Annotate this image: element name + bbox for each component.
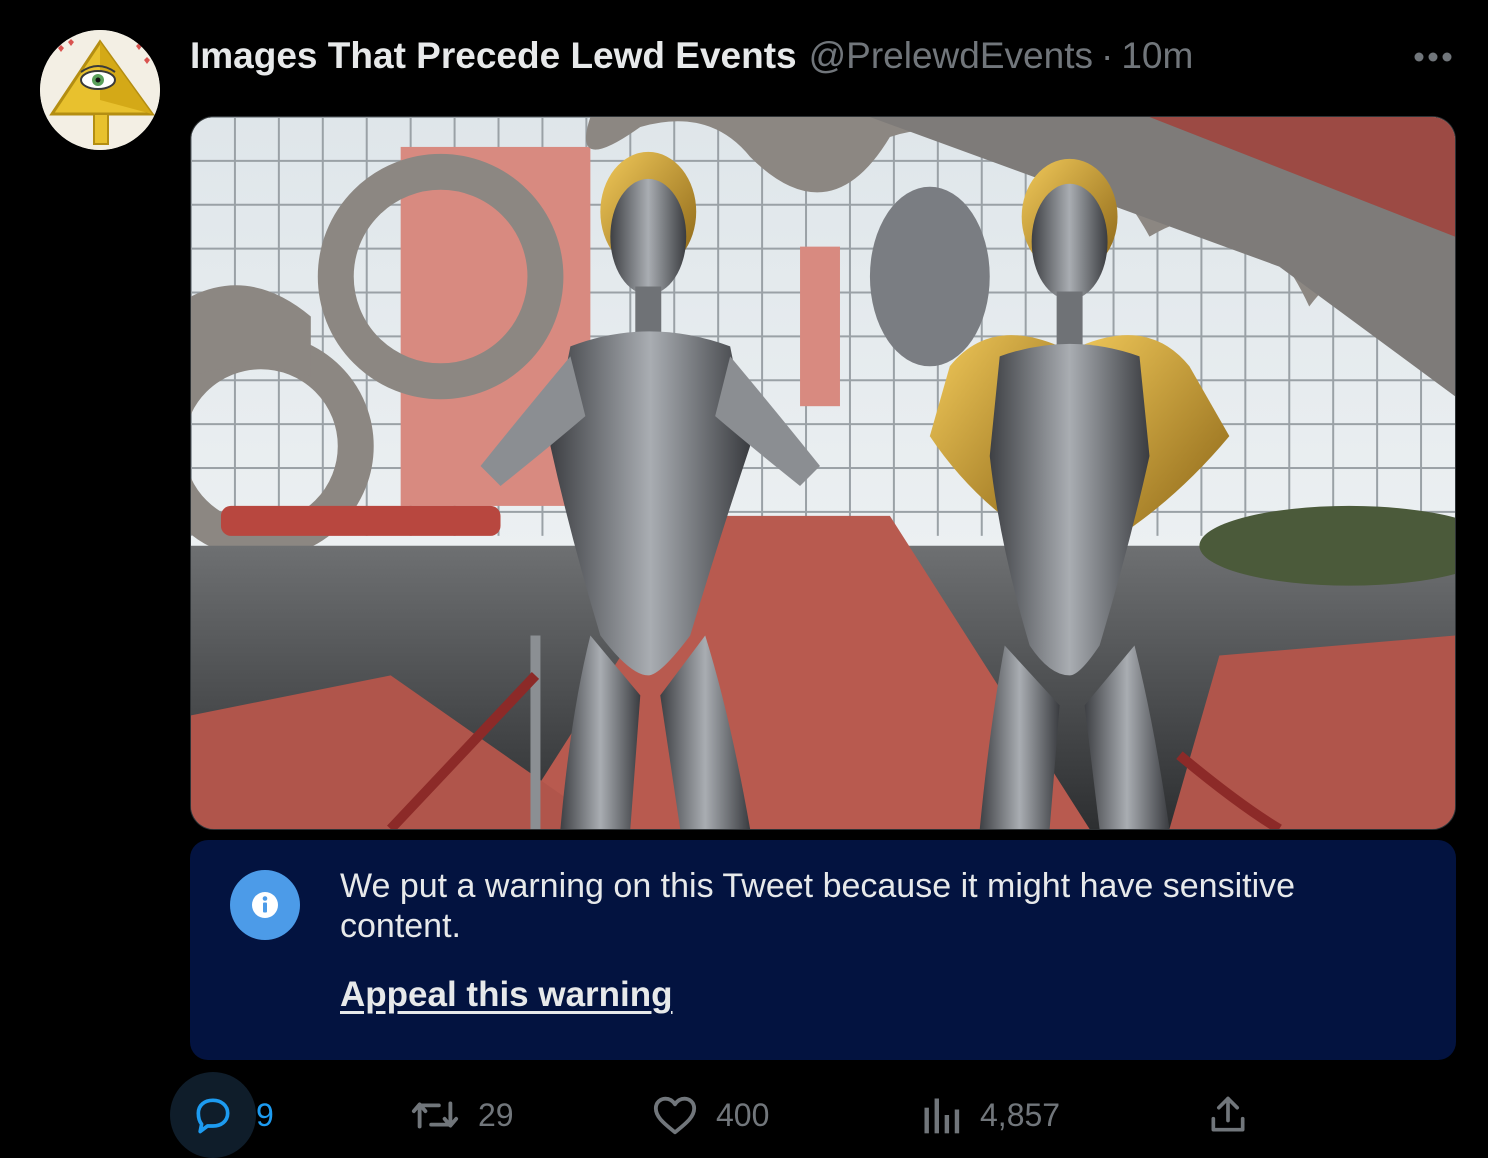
heart-icon [653, 1096, 697, 1135]
author-display-name[interactable]: Images That Precede Lewd Events [190, 35, 797, 77]
tweet-header: Images That Precede Lewd Events @Prelewd… [190, 32, 1193, 80]
info-icon [230, 870, 300, 940]
tweet-timestamp[interactable]: 10m [1121, 35, 1193, 77]
like-count: 400 [716, 1096, 770, 1133]
retweet-icon [411, 1101, 459, 1129]
tweet-media-image[interactable] [190, 116, 1456, 830]
appeal-warning-link[interactable]: Appeal this warning [340, 975, 673, 1015]
more-dots-icon [1414, 52, 1452, 62]
retweet-button[interactable]: 29 [410, 1072, 514, 1158]
reply-icon [196, 1098, 230, 1134]
share-icon [1211, 1096, 1245, 1132]
views-button[interactable]: 4,857 [920, 1072, 1060, 1158]
tweet: Images That Precede Lewd Events @Prelewd… [0, 0, 1488, 1158]
views-count: 4,857 [980, 1096, 1061, 1133]
warning-message: We put a warning on this Tweet because i… [340, 867, 1296, 945]
more-options-button[interactable] [1408, 40, 1458, 74]
game-screenshot-twin-robots-icon [191, 117, 1455, 829]
reply-icon-wrapper [170, 1072, 256, 1158]
reply-button[interactable]: 9 [170, 1072, 274, 1158]
author-handle[interactable]: @PrelewdEvents [809, 35, 1093, 77]
views-icon [924, 1098, 960, 1134]
header-separator: · [1100, 35, 1114, 76]
retweet-count: 29 [478, 1096, 514, 1133]
author-avatar[interactable] [40, 30, 160, 150]
like-button[interactable]: 400 [652, 1072, 769, 1158]
tweet-actions-bar: 9 29 400 4,857 [0, 1072, 1488, 1158]
share-button[interactable] [1206, 1072, 1250, 1158]
reply-count: 9 [256, 1096, 274, 1133]
sensitive-content-warning: We put a warning on this Tweet because i… [190, 840, 1456, 1060]
illuminati-pyramid-avatar-icon [40, 30, 160, 150]
